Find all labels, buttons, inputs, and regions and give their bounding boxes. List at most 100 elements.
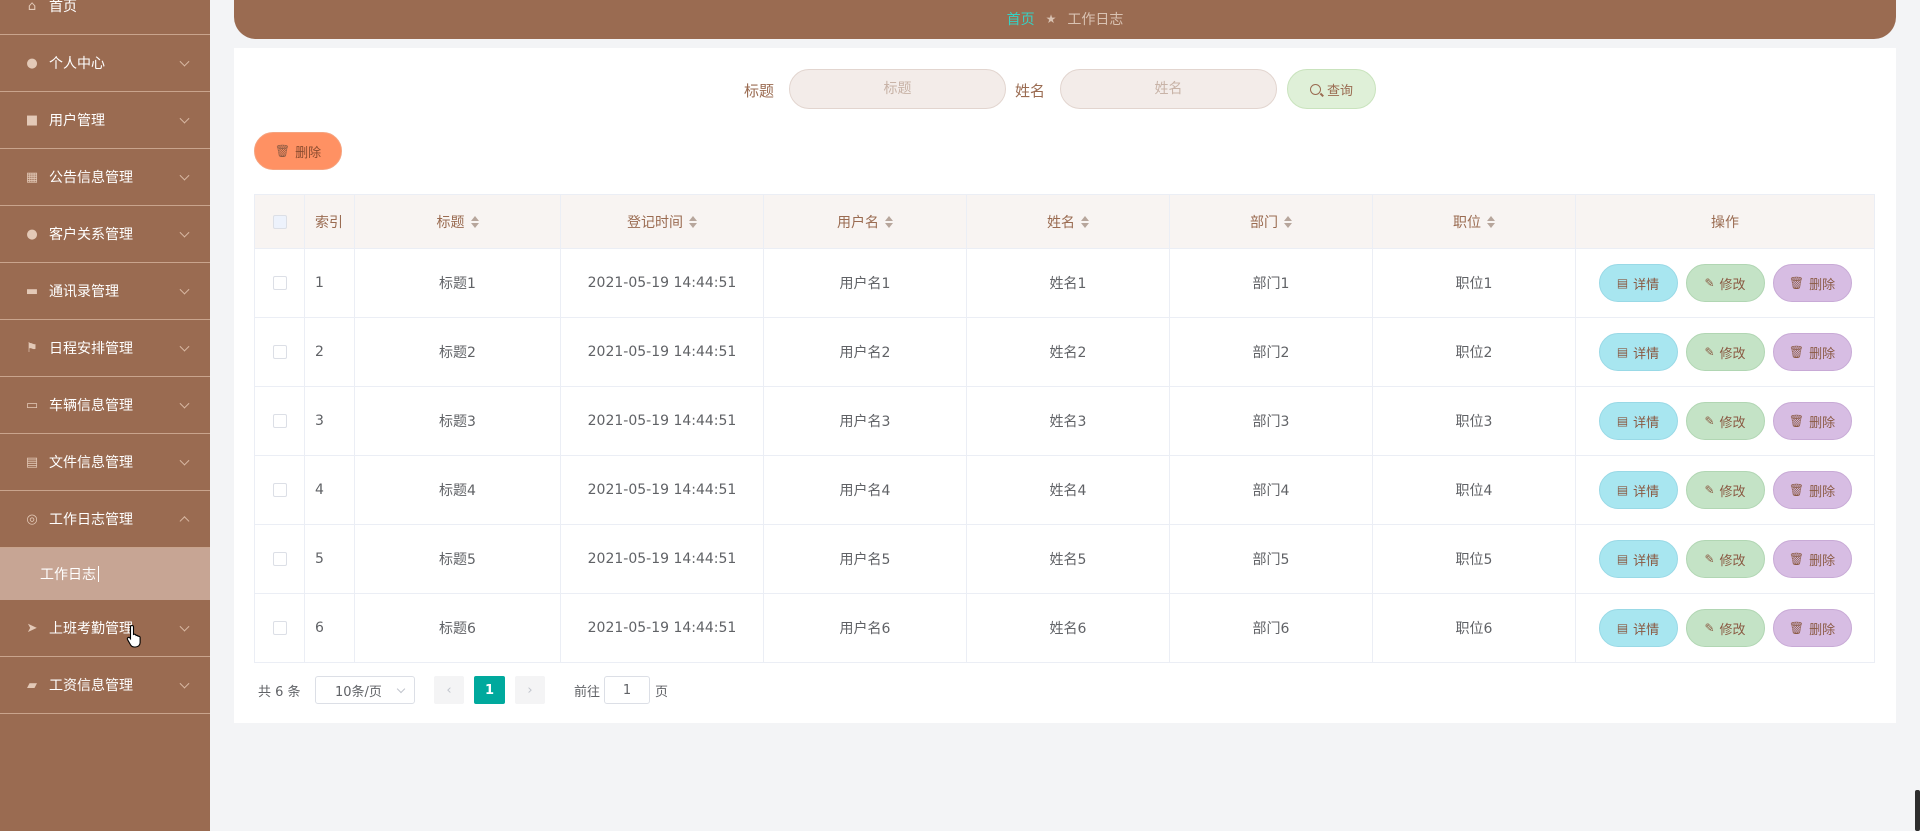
sidebar-item-11[interactable]: ▰ 工资信息管理 (0, 657, 210, 714)
delete-button[interactable]: 🗑 删除 (1772, 609, 1852, 647)
sort-icon[interactable] (689, 215, 697, 228)
sidebar-item-3[interactable]: ▦ 公告信息管理 (0, 149, 210, 206)
cell-time: 2021-05-19 14:44:51 (561, 318, 764, 386)
sort-icon[interactable] (1284, 215, 1292, 228)
header-username-label: 用户名 (837, 214, 879, 231)
search-button[interactable]: 查询 (1287, 69, 1376, 109)
page-number-1[interactable]: 1 (474, 676, 505, 704)
delete-button[interactable]: 🗑 删除 (1772, 402, 1852, 440)
cell-index: 1 (305, 249, 355, 317)
prev-page-button[interactable]: ‹ (434, 676, 464, 704)
page-size-select[interactable]: 10条/页 (315, 676, 415, 704)
row-checkbox[interactable] (272, 276, 287, 290)
sort-icon[interactable] (1487, 215, 1495, 228)
delete-button-label: 删除 (1809, 553, 1836, 569)
breadcrumb-home[interactable]: 首页 (1007, 9, 1035, 29)
cell-title: 标题6 (355, 594, 561, 662)
details-button[interactable]: ▤ 详情 (1598, 264, 1678, 302)
row-checkbox[interactable] (272, 621, 287, 635)
sidebar-subitem-work-log[interactable]: 工作日志 (0, 548, 210, 600)
sidebar-item-4[interactable]: ● 客户关系管理 (0, 206, 210, 263)
trash-icon: 🗑 (1788, 552, 1805, 566)
goto-page-input[interactable] (604, 676, 650, 704)
sidebar-item-1[interactable]: ● 个人中心 (0, 35, 210, 92)
cell-username: 用户名3 (764, 387, 967, 455)
delete-button[interactable]: 🗑 删除 (1772, 471, 1852, 509)
header-username[interactable]: 用户名 (764, 195, 967, 248)
details-button[interactable]: ▤ 详情 (1598, 471, 1678, 509)
delete-button-label: 删除 (1809, 277, 1836, 293)
cell-username: 用户名4 (764, 456, 967, 524)
chevron-down-icon (179, 678, 190, 689)
flag-icon: ⚑ (26, 340, 38, 356)
edit-button[interactable]: ✎ 修改 (1685, 609, 1765, 647)
delete-button[interactable]: 🗑 删除 (1772, 540, 1852, 578)
edit-button-label: 修改 (1719, 415, 1746, 431)
sort-icon[interactable] (1081, 215, 1089, 228)
delete-button[interactable]: 🗑 删除 (1772, 264, 1852, 302)
cell-time: 2021-05-19 14:44:51 (561, 456, 764, 524)
header-time[interactable]: 登记时间 (561, 195, 764, 248)
cell-position: 职位4 (1373, 456, 1576, 524)
users-icon: ■ (25, 112, 39, 128)
header-dept[interactable]: 部门 (1170, 195, 1373, 248)
cell-name: 姓名6 (967, 594, 1170, 662)
select-all-checkbox[interactable] (272, 214, 287, 229)
pagination-total: 共 6 条 (258, 685, 301, 700)
page-scrollbar[interactable] (1915, 790, 1920, 831)
edit-button[interactable]: ✎ 修改 (1685, 402, 1765, 440)
edit-button[interactable]: ✎ 修改 (1685, 471, 1765, 509)
next-page-button[interactable]: › (515, 676, 545, 704)
sidebar-item-5[interactable]: ▬ 通讯录管理 (0, 263, 210, 320)
cell-dept: 部门1 (1170, 249, 1373, 317)
row-checkbox[interactable] (272, 483, 287, 497)
edit-button[interactable]: ✎ 修改 (1685, 333, 1765, 371)
name-search-input[interactable] (1060, 69, 1277, 109)
cell-dept: 部门2 (1170, 318, 1373, 386)
row-checkbox[interactable] (272, 552, 287, 566)
trash-icon: 🗑 (1788, 276, 1805, 290)
cell-dept: 部门6 (1170, 594, 1373, 662)
trash-icon: 🗑 (1788, 345, 1805, 359)
cell-position: 职位3 (1373, 387, 1576, 455)
sidebar-item-6[interactable]: ⚑ 日程安排管理 (0, 320, 210, 377)
delete-button[interactable]: 🗑 删除 (1772, 333, 1852, 371)
sidebar-item-label: 个人中心 (49, 56, 105, 72)
edit-button[interactable]: ✎ 修改 (1685, 264, 1765, 302)
chevron-down-icon (179, 284, 190, 295)
hand-cursor-icon (126, 624, 141, 648)
cell-name: 姓名2 (967, 318, 1170, 386)
cell-ops: ▤ 详情 ✎ 修改 🗑 删除 (1576, 525, 1874, 593)
row-checkbox[interactable] (272, 414, 287, 428)
row-checkbox[interactable] (272, 345, 287, 359)
sort-icon[interactable] (885, 215, 893, 228)
sidebar-item-10[interactable]: ➤ 上班考勤管理 (0, 600, 210, 657)
user-icon: ● (26, 55, 38, 71)
details-button[interactable]: ▤ 详情 (1598, 540, 1678, 578)
title-search-input[interactable] (789, 69, 1006, 109)
details-button[interactable]: ▤ 详情 (1598, 609, 1678, 647)
sidebar-item-9[interactable]: ◎ 工作日志管理 (0, 491, 210, 548)
header-title[interactable]: 标题 (355, 195, 561, 248)
cell-position: 职位5 (1373, 525, 1576, 593)
details-button[interactable]: ▤ 详情 (1598, 333, 1678, 371)
sidebar-item-7[interactable]: ▭ 车辆信息管理 (0, 377, 210, 434)
file-icon: ▤ (1616, 552, 1629, 566)
details-button-label: 详情 (1633, 484, 1660, 500)
sort-icon[interactable] (470, 215, 479, 228)
sidebar-item-2[interactable]: ■ 用户管理 (0, 92, 210, 149)
pencil-icon: ✎ (1704, 345, 1715, 359)
sidebar-item-0[interactable]: ⌂ 首页 (0, 0, 210, 35)
sidebar-item-label: 公告信息管理 (49, 170, 133, 186)
table-body: 1 标题1 2021-05-19 14:44:51 用户名1 姓名1 部门1 职位1 ▤ 详情 ✎… (255, 249, 1874, 663)
delete-button-label: 删除 (1809, 622, 1836, 638)
details-button[interactable]: ▤ 详情 (1598, 402, 1678, 440)
header-position[interactable]: 职位 (1373, 195, 1576, 248)
cell-title: 标题3 (355, 387, 561, 455)
cell-ops: ▤ 详情 ✎ 修改 🗑 删除 (1576, 594, 1874, 662)
text-cursor (98, 566, 99, 582)
edit-button[interactable]: ✎ 修改 (1685, 540, 1765, 578)
bulk-delete-button[interactable]: 🗑 删除 (254, 132, 342, 170)
header-name[interactable]: 姓名 (967, 195, 1170, 248)
sidebar-item-8[interactable]: ▤ 文件信息管理 (0, 434, 210, 491)
